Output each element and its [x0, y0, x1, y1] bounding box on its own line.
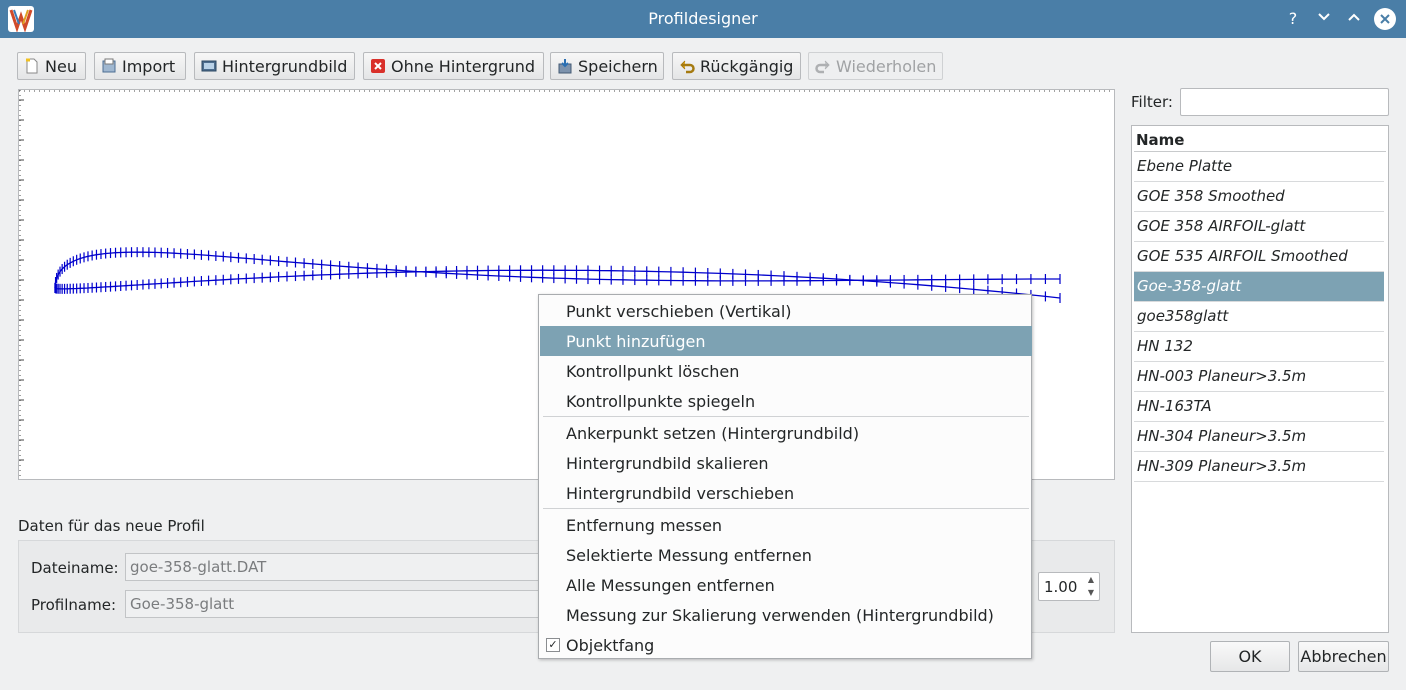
- remove-icon: [371, 59, 385, 73]
- new-button[interactable]: Neu: [17, 52, 86, 80]
- list-item[interactable]: HN-003 Planeur>3.5m: [1134, 362, 1384, 392]
- new-document-icon: [26, 58, 38, 74]
- profilename-label: Profilname:: [31, 596, 117, 614]
- filter-input[interactable]: [1180, 88, 1389, 116]
- filename-label: Dateiname:: [31, 559, 119, 577]
- menu-item-object-snap[interactable]: ✓ Objektfang: [540, 630, 1032, 660]
- save-button[interactable]: Speichern: [550, 52, 664, 80]
- menu-separator: [543, 508, 1029, 509]
- context-menu: Punkt verschieben (Vertikal) Punkt hinzu…: [538, 294, 1032, 659]
- filename-field[interactable]: goe-358-glatt.DAT: [125, 553, 545, 581]
- menu-item-mirror-control-points[interactable]: Kontrollpunkte spiegeln: [540, 386, 1032, 416]
- list-item[interactable]: goe358glatt: [1134, 302, 1384, 332]
- menu-item-set-anchor-point[interactable]: Ankerpunkt setzen (Hintergrundbild): [540, 418, 1032, 448]
- list-item[interactable]: HN-309 Planeur>3.5m: [1134, 452, 1384, 482]
- list-item[interactable]: Ebene Platte: [1134, 152, 1384, 182]
- undo-button[interactable]: Rückgängig: [672, 52, 801, 80]
- background-image-button-label: Hintergrundbild: [222, 56, 348, 76]
- maximize-button[interactable]: [1342, 7, 1366, 31]
- profile-data-group-title: Daten für das neue Profil: [18, 517, 205, 535]
- no-background-button-label: Ohne Hintergrund: [391, 56, 536, 76]
- list-item[interactable]: HN-304 Planeur>3.5m: [1134, 422, 1384, 452]
- list-item[interactable]: GOE 535 AIRFOIL Smoothed: [1134, 242, 1384, 272]
- checkbox-checked-icon[interactable]: ✓: [546, 638, 560, 652]
- list-item[interactable]: GOE 358 Smoothed: [1134, 182, 1384, 212]
- profilename-field[interactable]: Goe-358-glatt: [125, 590, 545, 618]
- menu-item-use-measurement-for-scaling[interactable]: Messung zur Skalierung verwenden (Hinter…: [540, 600, 1032, 630]
- title-bar[interactable]: Profildesigner ?: [0, 0, 1406, 38]
- scale-value: 1.00: [1044, 578, 1078, 596]
- close-icon: [1380, 14, 1390, 24]
- list-item[interactable]: GOE 358 AIRFOIL-glatt: [1134, 212, 1384, 242]
- background-image-button[interactable]: Hintergrundbild: [194, 52, 355, 80]
- menu-item-move-background[interactable]: Hintergrundbild verschieben: [540, 478, 1032, 508]
- redo-button[interactable]: Wiederholen: [808, 52, 943, 80]
- close-button[interactable]: [1374, 8, 1396, 30]
- list-item-selected[interactable]: Goe-358-glatt: [1134, 272, 1384, 302]
- image-icon: [201, 60, 217, 72]
- list-item[interactable]: HN-163TA: [1134, 392, 1384, 422]
- save-button-label: Speichern: [578, 56, 658, 76]
- import-button-label: Import: [122, 56, 176, 76]
- save-icon: [558, 59, 572, 74]
- menu-item-measure-distance[interactable]: Entfernung messen: [540, 510, 1032, 540]
- menu-item-delete-control-point[interactable]: Kontrollpunkt löschen: [540, 356, 1032, 386]
- profile-list[interactable]: Name Ebene Platte GOE 358 Smoothed GOE 3…: [1131, 125, 1389, 633]
- import-button[interactable]: Import: [94, 52, 186, 80]
- help-button[interactable]: ?: [1281, 7, 1305, 31]
- menu-item-object-snap-label: Objektfang: [566, 636, 655, 655]
- menu-item-remove-all-measurements[interactable]: Alle Messungen entfernen: [540, 570, 1032, 600]
- cancel-button[interactable]: Abbrechen: [1298, 641, 1389, 672]
- list-header-name[interactable]: Name: [1134, 128, 1386, 152]
- spin-up-icon[interactable]: ▲: [1085, 574, 1097, 586]
- spin-down-icon[interactable]: ▼: [1085, 587, 1097, 599]
- chevron-down-icon: [1318, 13, 1330, 21]
- scale-spinbox[interactable]: 1.00 ▲ ▼: [1038, 572, 1100, 601]
- minimize-button[interactable]: [1312, 7, 1336, 31]
- list-item[interactable]: HN 132: [1134, 332, 1384, 362]
- undo-icon: [680, 60, 695, 74]
- redo-icon: [815, 60, 830, 74]
- menu-separator: [543, 416, 1029, 417]
- filter-label: Filter:: [1131, 93, 1173, 111]
- menu-item-remove-selected-measurement[interactable]: Selektierte Messung entfernen: [540, 540, 1032, 570]
- new-button-label: Neu: [45, 56, 77, 76]
- menu-item-move-point-vertical[interactable]: Punkt verschieben (Vertikal): [540, 296, 1032, 326]
- chevron-up-icon: [1348, 13, 1360, 21]
- profildesigner-window: Profildesigner ? Neu Import Hintergrundb…: [0, 0, 1406, 690]
- ok-button[interactable]: OK: [1210, 641, 1290, 672]
- undo-button-label: Rückgängig: [700, 56, 794, 76]
- redo-button-label: Wiederholen: [836, 56, 937, 76]
- menu-item-add-point[interactable]: Punkt hinzufügen: [540, 326, 1032, 356]
- menu-item-scale-background[interactable]: Hintergrundbild skalieren: [540, 448, 1032, 478]
- import-icon: [102, 58, 116, 73]
- window-title: Profildesigner: [648, 9, 758, 28]
- no-background-button[interactable]: Ohne Hintergrund: [363, 52, 544, 80]
